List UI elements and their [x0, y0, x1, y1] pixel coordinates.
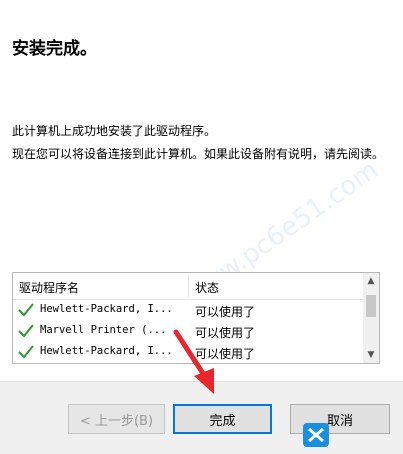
check-icon [18, 303, 34, 317]
page-title: 安装完成。 [12, 39, 97, 59]
driver-name: Hewlett-Packard, I... [40, 303, 173, 315]
red-arrow-icon [173, 329, 214, 394]
success-message: 此计算机上成功地安装了此驱动程序。 [12, 124, 217, 138]
check-icon [18, 345, 34, 359]
check-icon [18, 324, 34, 338]
finish-button[interactable]: 完成 [173, 404, 272, 434]
scroll-thumb[interactable] [366, 295, 376, 317]
driver-name: Marvell Printer (... [40, 324, 167, 336]
column-divider[interactable] [188, 275, 189, 297]
back-button[interactable]: < 上一步(B) [68, 404, 165, 434]
scroll-up-icon[interactable]: ▲ [363, 273, 379, 289]
driver-name: Hewlett-Packard, I... [40, 345, 173, 357]
driver-status: 可以使用了 [195, 305, 256, 319]
column-header-status[interactable]: 状态 [195, 279, 219, 296]
site-logo-icon [303, 423, 329, 447]
driver-list-header: 驱动程序名 状态 [13, 273, 365, 300]
instruction-message: 现在您可以将设备连接到此计算机。如果此设备附有说明，请先阅读。 [12, 147, 385, 161]
vertical-scrollbar[interactable]: ▲ ▼ [363, 273, 379, 363]
scroll-down-icon[interactable]: ▼ [363, 347, 379, 363]
table-row[interactable]: Hewlett-Packard, I... 可以使用了 [13, 300, 365, 321]
column-header-driver-name[interactable]: 驱动程序名 [19, 279, 79, 296]
